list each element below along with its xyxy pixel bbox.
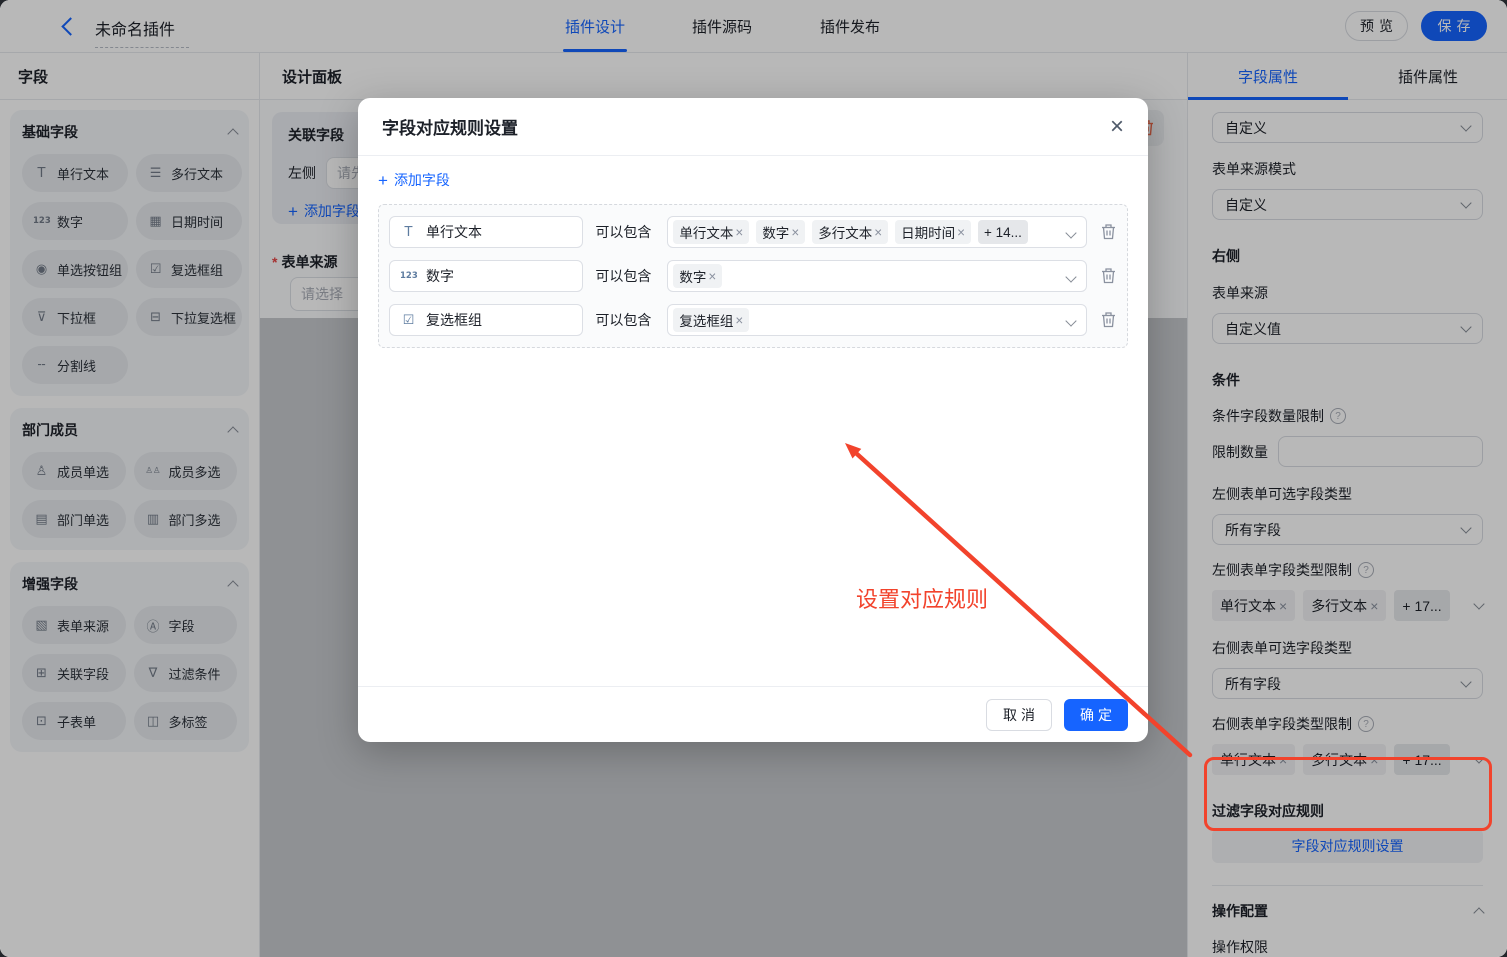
app-window: 未命名插件 插件设计 插件源码 插件发布 预览 保存 字段 设计面板 字段属性 … [0, 0, 1507, 957]
close-icon[interactable]: × [1110, 115, 1124, 139]
remove-tag-icon[interactable] [735, 225, 743, 240]
field-rule-dialog: 字段对应规则设置 × 添加字段 T单行文本 可以包含 单行文本 数字 多行文本 … [358, 98, 1148, 742]
dialog-add-field-link[interactable]: 添加字段 [378, 170, 450, 190]
trash-icon [1100, 311, 1117, 329]
trash-icon [1100, 223, 1117, 241]
tag-overflow: + 14... [978, 220, 1028, 244]
delete-row-button[interactable] [1100, 223, 1117, 241]
tag: 数字 [756, 220, 805, 244]
rule-row: T单行文本 可以包含 单行文本 数字 多行文本 日期时间 + 14... [389, 216, 1117, 248]
chevron-down-icon [1065, 227, 1076, 238]
cancel-button[interactable]: 取消 [986, 699, 1052, 731]
remove-tag-icon[interactable] [957, 225, 965, 240]
plus-icon [378, 172, 388, 189]
rule-field-select[interactable]: T单行文本 [389, 216, 583, 248]
trash-icon [1100, 267, 1117, 285]
rule-contain-multiselect[interactable]: 复选框组 [667, 304, 1087, 336]
rule-list: T单行文本 可以包含 单行文本 数字 多行文本 日期时间 + 14... 123… [378, 204, 1128, 348]
tag: 日期时间 [895, 220, 971, 244]
remove-tag-icon[interactable] [791, 225, 799, 240]
remove-tag-icon[interactable] [735, 313, 743, 328]
chevron-down-icon [1065, 315, 1076, 326]
delete-row-button[interactable] [1100, 267, 1117, 285]
tag: 复选框组 [673, 308, 749, 332]
rule-contain-multiselect[interactable]: 单行文本 数字 多行文本 日期时间 + 14... [667, 216, 1087, 248]
number-icon: 123 [400, 271, 417, 281]
delete-row-button[interactable] [1100, 311, 1117, 329]
tag: 多行文本 [812, 220, 888, 244]
chevron-down-icon [1065, 271, 1076, 282]
rule-row: ☑复选框组 可以包含 复选框组 [389, 304, 1117, 336]
text-icon: T [400, 225, 417, 240]
confirm-button[interactable]: 确定 [1064, 699, 1128, 731]
tag: 单行文本 [673, 220, 749, 244]
remove-tag-icon[interactable] [874, 225, 882, 240]
rule-field-select[interactable]: 123数字 [389, 260, 583, 292]
rule-row: 123数字 可以包含 数字 [389, 260, 1117, 292]
contain-label: 可以包含 [595, 222, 657, 242]
dialog-title: 字段对应规则设置 [382, 114, 518, 139]
rule-contain-multiselect[interactable]: 数字 [667, 260, 1087, 292]
remove-tag-icon[interactable] [708, 269, 716, 284]
tag: 数字 [673, 264, 722, 288]
contain-label: 可以包含 [595, 266, 657, 286]
contain-label: 可以包含 [595, 310, 657, 330]
rule-field-select[interactable]: ☑复选框组 [389, 304, 583, 336]
checkbox-group-icon: ☑ [400, 313, 417, 328]
